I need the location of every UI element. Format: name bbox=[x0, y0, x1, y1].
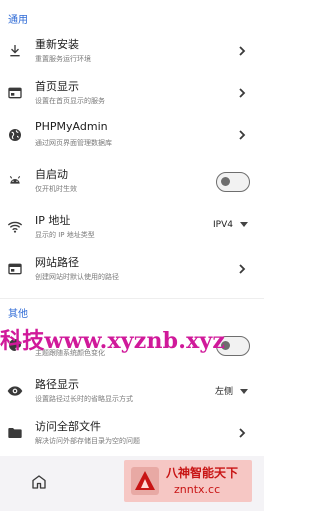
logo-text: 八神智能天下 bbox=[166, 466, 239, 480]
settings-item-subtitle: 仅开机时生效 bbox=[35, 185, 77, 193]
caret-down-icon bbox=[240, 389, 248, 394]
window-icon bbox=[8, 87, 22, 99]
settings-item-subtitle: 设置在首页显示的服务 bbox=[35, 97, 105, 105]
settings-item-title: PHPMyAdmin bbox=[35, 120, 108, 133]
toggle-knob bbox=[221, 177, 230, 186]
settings-item-subtitle: 重置服务运行环境 bbox=[35, 55, 91, 63]
dropdown-value: 左侧 bbox=[214, 387, 233, 397]
chevron-right-icon bbox=[239, 264, 246, 274]
android-icon bbox=[9, 176, 21, 184]
download-icon bbox=[10, 45, 20, 57]
settings-item-path-display: 路径显示 设置路径过长时的省略显示方式 左侧 bbox=[0, 370, 264, 412]
autostart-toggle[interactable] bbox=[216, 172, 250, 192]
home-icon[interactable] bbox=[30, 473, 48, 491]
settings-item-phpmyadmin[interactable]: PHPMyAdmin 通过网页界面管理数据库 bbox=[0, 114, 264, 156]
caret-down-icon bbox=[240, 222, 248, 227]
chevron-right-icon bbox=[239, 428, 246, 438]
watermark-text: 科技www.xyznb.xyz bbox=[0, 328, 226, 354]
section-divider bbox=[0, 298, 264, 299]
window-icon bbox=[8, 263, 22, 275]
eye-icon bbox=[7, 386, 23, 396]
settings-item-subtitle: 通过网页界面管理数据库 bbox=[35, 139, 112, 147]
settings-item-home-display[interactable]: 首页显示 设置在首页显示的服务 bbox=[0, 72, 264, 114]
settings-item-title: IP 地址 bbox=[35, 214, 71, 227]
overlay-logo: 八神智能天下 znntx.cc bbox=[124, 460, 252, 502]
settings-item-autostart: 自启动 仅开机时生效 bbox=[0, 160, 264, 202]
settings-item-subtitle: 解决访问外部存储目录为空的问题 bbox=[35, 437, 140, 445]
section-header-other: 其他 bbox=[8, 309, 28, 320]
settings-item-subtitle: 创建网站时默认使用的路径 bbox=[35, 273, 119, 281]
settings-item-reinstall[interactable]: 重新安装 重置服务运行环境 bbox=[0, 30, 264, 72]
section-header-general: 通用 bbox=[8, 15, 28, 26]
logo-url: znntx.cc bbox=[174, 483, 221, 496]
chevron-right-icon bbox=[239, 46, 246, 56]
logo-emblem-icon bbox=[131, 467, 159, 495]
wifi-icon bbox=[7, 221, 23, 233]
settings-item-subtitle: 设置路径过长时的省略显示方式 bbox=[35, 395, 133, 403]
settings-item-title: 重新安装 bbox=[35, 38, 79, 51]
settings-item-title: 网站路径 bbox=[35, 256, 79, 269]
ip-type-dropdown[interactable]: IPV4 bbox=[213, 220, 248, 230]
settings-item-title: 首页显示 bbox=[35, 80, 79, 93]
dropdown-value: IPV4 bbox=[213, 220, 233, 230]
globe-icon bbox=[9, 129, 21, 141]
settings-item-title: 访问全部文件 bbox=[35, 420, 101, 433]
settings-item-subtitle: 显示的 IP 地址类型 bbox=[35, 231, 95, 239]
settings-item-all-files-access[interactable]: 访问全部文件 解决访问外部存储目录为空的问题 bbox=[0, 412, 264, 454]
settings-item-title: 自启动 bbox=[35, 168, 68, 181]
settings-item-ip-address: IP 地址 显示的 IP 地址类型 IPV4 bbox=[0, 206, 264, 248]
chevron-right-icon bbox=[239, 130, 246, 140]
folder-icon bbox=[8, 428, 22, 438]
path-display-dropdown[interactable]: 左侧 bbox=[215, 384, 248, 397]
bottom-navigation: 八神智能天下 znntx.cc bbox=[0, 456, 264, 511]
chevron-right-icon bbox=[239, 88, 246, 98]
settings-item-website-path[interactable]: 网站路径 创建网站时默认使用的路径 bbox=[0, 248, 264, 290]
settings-item-title: 路径显示 bbox=[35, 378, 79, 391]
